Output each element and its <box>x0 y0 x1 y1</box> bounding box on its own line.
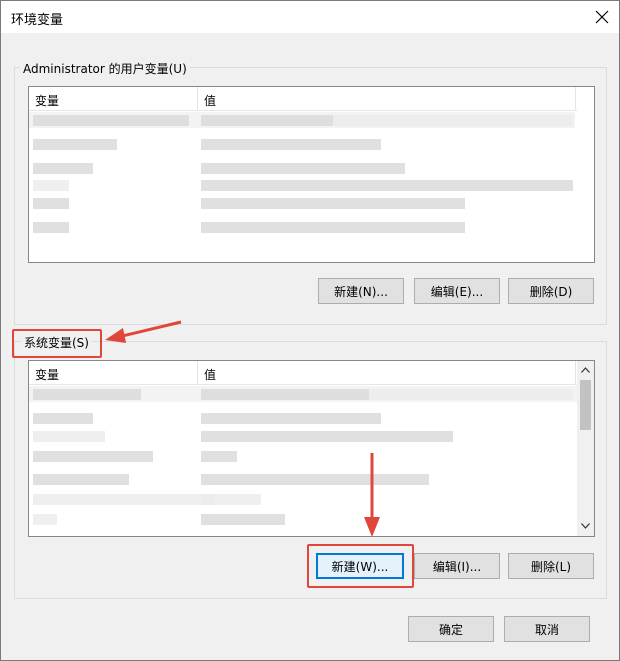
arrow-to-new-button <box>364 453 380 537</box>
annotation-arrows <box>105 320 380 537</box>
environment-variables-dialog: 环境变量 Administrator 的用户变量(U) 变量 值 新建(N)..… <box>0 0 620 661</box>
arrow-to-system-label <box>105 320 182 343</box>
